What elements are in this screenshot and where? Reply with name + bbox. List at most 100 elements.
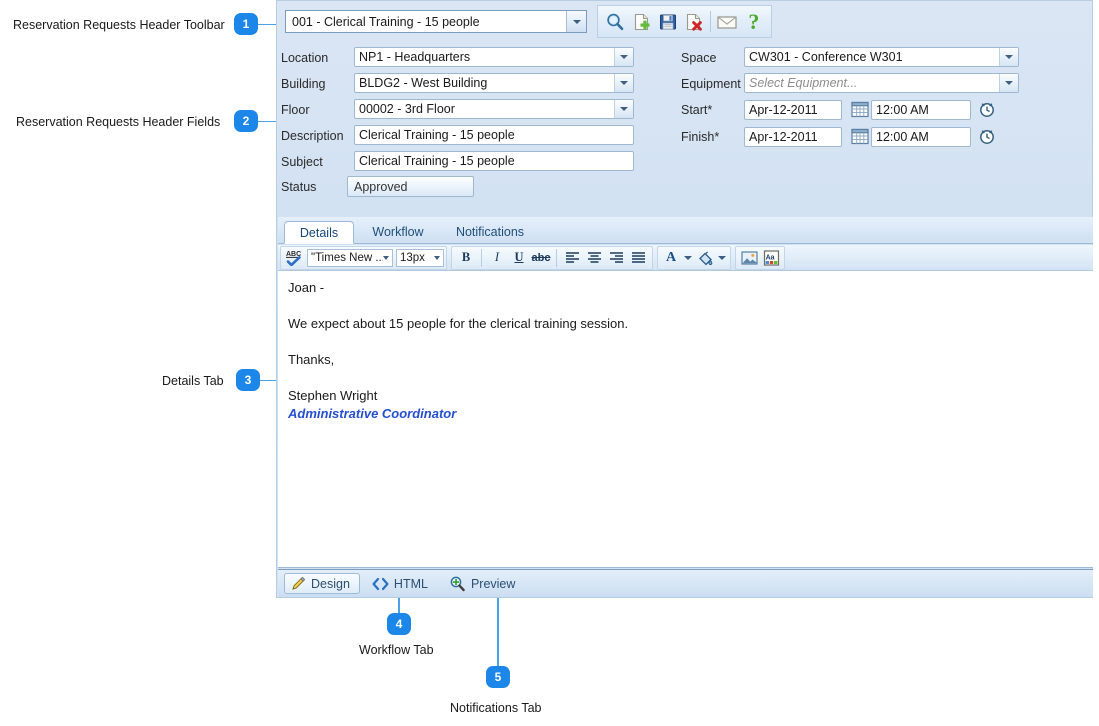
bold-button[interactable]: B [455,248,477,268]
magnifier-plus-icon [449,576,466,592]
calendar-icon [851,128,869,145]
angle-brackets-icon [372,577,389,591]
find-button[interactable] [602,7,628,36]
finish-date-picker-button[interactable] [851,128,869,146]
start-time-input[interactable]: 12:00 AM [871,100,971,120]
subject-value: Clerical Training - 15 people [359,154,515,168]
delete-button[interactable] [681,7,707,36]
annotation-label-3: Details Tab [162,374,224,388]
tab-details[interactable]: Details [284,221,354,244]
svg-text:Aa: Aa [765,254,774,261]
html-view-tab[interactable]: HTML [366,573,437,594]
description-value: Clerical Training - 15 people [359,128,515,142]
chevron-down-icon [684,255,692,260]
floor-value: 00002 - 3rd Floor [359,102,455,116]
highlight-color-dropdown[interactable] [716,248,728,268]
align-center-button[interactable] [583,248,605,268]
tab-workflow[interactable]: Workflow [360,221,436,244]
annotation-label-1: Reservation Requests Header Toolbar [13,18,225,32]
pencil-icon [291,576,306,591]
clock-icon [980,103,994,117]
email-button[interactable] [714,7,740,36]
chevron-down-icon[interactable] [614,74,633,92]
font-family-value: "Times New ... [311,251,383,264]
location-combo[interactable]: NP1 - Headquarters [354,47,634,67]
body-greeting: Joan - [288,280,325,295]
record-selector-combo[interactable]: 001 - Clerical Training - 15 people [285,10,587,33]
underline-button[interactable]: U [508,248,530,268]
status-select[interactable]: Approved [347,176,474,197]
annotation-badge-1: 1 [234,13,258,35]
highlight-color-button[interactable] [694,248,716,268]
signature-title: Administrative Coordinator [288,405,457,421]
spellcheck-button[interactable]: ABC [283,248,305,268]
record-selector-value: 001 - Clerical Training - 15 people [292,14,480,29]
tab-notifications[interactable]: Notifications [440,221,540,244]
building-value: BLDG2 - West Building [359,76,488,90]
space-value: CW301 - Conference W301 [749,50,903,64]
align-left-icon [565,252,579,263]
floor-combo[interactable]: 00002 - 3rd Floor [354,99,634,119]
align-left-button[interactable] [561,248,583,268]
question-mark-icon: ? [748,8,760,34]
italic-button[interactable]: I [486,248,508,268]
start-date-input[interactable]: Apr-12-2011 [744,100,842,120]
building-combo[interactable]: BLDG2 - West Building [354,73,634,93]
paint-bucket-icon [698,250,712,265]
equipment-label: Equipment [681,77,741,91]
insert-image-icon [740,250,758,265]
details-tab-email-body[interactable]: Joan - We expect about 15 people for the… [278,271,1093,568]
floppy-disk-icon [659,14,676,29]
chevron-down-icon[interactable] [614,48,633,66]
reservation-request-window: 001 - Clerical Training - 15 people ? Lo… [276,0,1093,598]
strikethrough-button[interactable]: abc [530,248,552,268]
chevron-down-icon[interactable] [999,74,1018,92]
finish-label: Finish* [681,130,720,144]
toolbar-button-group: ? [597,5,772,38]
finish-time-input[interactable]: 12:00 AM [871,127,971,147]
annotation-badge-3: 3 [236,369,260,391]
description-input[interactable]: Clerical Training - 15 people [354,125,634,145]
help-button[interactable]: ? [741,7,767,36]
font-family-select[interactable]: "Times New ... [307,248,393,267]
chevron-down-icon[interactable] [434,255,440,260]
insert-group: Aa [735,245,785,270]
chevron-down-icon[interactable] [999,48,1018,66]
equipment-placeholder: Select Equipment... [749,76,858,90]
start-date-picker-button[interactable] [851,101,869,119]
status-value: Approved [354,179,408,194]
font-size-select[interactable]: 13px [396,248,444,267]
finish-time-value: 12:00 AM [876,130,929,144]
align-right-button[interactable] [605,248,627,268]
finish-date-input[interactable]: Apr-12-2011 [744,127,842,147]
body-closing: Thanks, [288,352,335,368]
align-justify-button[interactable] [627,248,649,268]
font-color-button[interactable]: A [660,248,682,268]
font-size-value: 13px [400,251,425,264]
chevron-down-icon[interactable] [566,11,586,32]
calendar-icon [851,101,869,118]
new-document-icon [634,13,650,30]
preview-view-tab[interactable]: Preview [443,573,524,594]
html-view-label: HTML [393,576,428,591]
screenshot-root: Reservation Requests Header Toolbar 1 Re… [0,0,1099,726]
clock-icon [980,130,994,144]
location-label: Location [281,51,329,65]
new-button[interactable] [628,7,654,36]
reservation-requests-header-toolbar: 001 - Clerical Training - 15 people ? [277,1,1092,42]
subject-input[interactable]: Clerical Training - 15 people [354,151,634,171]
equipment-combo[interactable]: Select Equipment... [744,73,1019,93]
design-view-tab[interactable]: Design [284,573,360,594]
chevron-down-icon[interactable] [383,255,389,260]
chevron-down-icon[interactable] [614,100,633,118]
insert-image-button[interactable] [738,248,760,268]
space-combo[interactable]: CW301 - Conference W301 [744,47,1019,67]
description-label: Description [281,129,344,143]
save-button[interactable] [655,7,681,36]
finish-time-picker-button[interactable] [978,127,996,145]
building-label: Building [281,77,326,91]
insert-field-button[interactable]: Aa [760,248,782,268]
toolbar-divider [481,248,482,267]
start-time-picker-button[interactable] [978,100,996,118]
font-color-dropdown[interactable] [682,248,694,268]
